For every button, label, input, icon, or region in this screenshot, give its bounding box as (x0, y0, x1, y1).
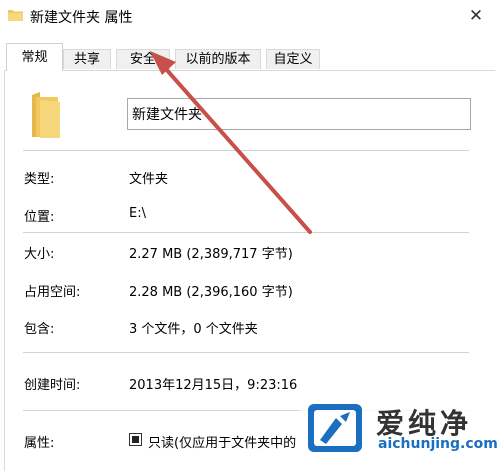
title-bar: 新建文件夹 属性 ✕ (0, 0, 500, 34)
tab-customize[interactable]: 自定义 (266, 49, 320, 69)
divider (23, 150, 469, 151)
tab-strip: 常规 共享 安全 以前的版本 自定义 (0, 40, 500, 71)
size-value: 2.27 MB (2,389,717 字节) (129, 247, 293, 262)
tab-general[interactable]: 常规 (6, 43, 63, 71)
type-value: 文件夹 (129, 172, 169, 187)
created-value: 2013年12月15日，9:23:16 (129, 378, 298, 393)
tab-security[interactable]: 安全 (116, 49, 170, 69)
folder-icon (32, 92, 60, 138)
window-title: 新建文件夹 属性 (30, 10, 133, 26)
location-label: 位置: (24, 210, 55, 225)
tab-sharing[interactable]: 共享 (63, 49, 111, 69)
watermark: 爱纯净 aichunjing.com (300, 398, 498, 456)
watermark-url: aichunjing.com (378, 436, 498, 452)
readonly-label: 只读(仅应用于文件夹中的 (148, 436, 297, 451)
size-on-disk-label: 占用空间: (24, 285, 81, 300)
size-on-disk-value: 2.28 MB (2,396,160 字节) (129, 285, 293, 300)
close-icon: ✕ (468, 6, 484, 26)
type-label: 类型: (24, 172, 55, 187)
close-button[interactable]: ✕ (466, 6, 486, 26)
logo-icon (308, 404, 362, 452)
tab-previous-versions[interactable]: 以前的版本 (175, 49, 261, 69)
folder-name-input[interactable] (127, 98, 471, 130)
location-value: E:\ (129, 206, 146, 221)
contains-value: 3 个文件，0 个文件夹 (129, 322, 258, 337)
attributes-label: 属性: (24, 436, 55, 451)
size-label: 大小: (24, 247, 55, 262)
readonly-checkbox[interactable] (129, 433, 142, 446)
contains-label: 包含: (24, 322, 55, 337)
divider (23, 232, 469, 233)
folder-icon (8, 10, 23, 21)
created-label: 创建时间: (24, 378, 81, 393)
divider (23, 352, 469, 353)
